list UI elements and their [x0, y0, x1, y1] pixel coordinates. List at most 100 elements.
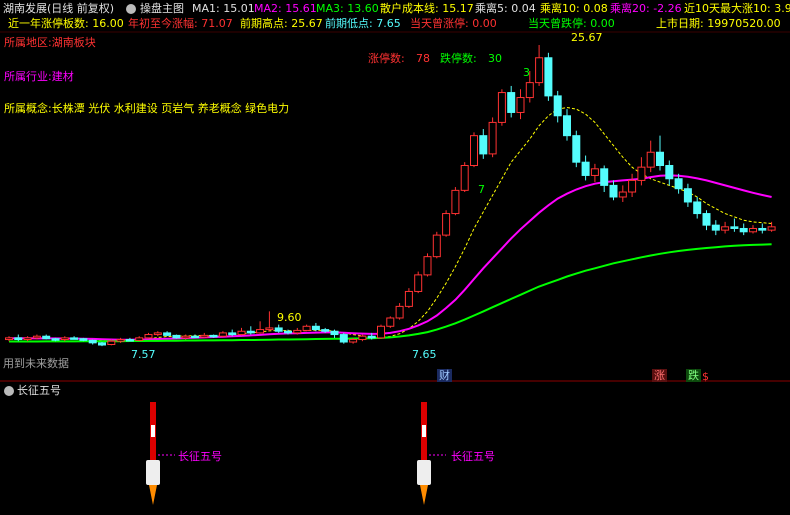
candle-body [79, 338, 88, 341]
candle [507, 85, 516, 118]
ma2-readout: MA2: 15.61 [254, 2, 317, 15]
candle-body [88, 339, 97, 344]
ma-line-ma1 [9, 106, 772, 342]
candle-body [544, 57, 553, 97]
candle-body [377, 325, 385, 339]
candle [544, 52, 553, 101]
cost-line-readout: 散户成本线: 15.17 [380, 2, 474, 15]
candle-body [330, 330, 339, 336]
candle [721, 221, 730, 234]
candle-body [98, 342, 106, 346]
finance-marker[interactable]: 财 [437, 369, 452, 382]
candle-body [758, 227, 767, 231]
candle [749, 225, 757, 234]
candle-body [116, 339, 125, 342]
dev5-readout: 乘离5: 0.04 [475, 2, 536, 15]
candle-body [693, 201, 702, 215]
candle [739, 223, 748, 236]
candle [88, 339, 97, 345]
today-limit-up: 当天曾涨停: 0.00 [410, 17, 497, 30]
gear-icon[interactable] [4, 386, 14, 396]
concepts-label: 所属概念:长株潭 光伏 水利建设 页岩气 养老概念 绿色电力 [4, 102, 290, 115]
candle-body [516, 97, 525, 113]
candle [339, 332, 348, 344]
candle [432, 231, 441, 259]
up-count-label: 涨停数: [368, 52, 405, 65]
candle-body [590, 168, 599, 176]
candle [600, 165, 609, 193]
dividend-marker[interactable]: $ [702, 370, 709, 383]
candle-body [749, 227, 757, 233]
candle [683, 183, 692, 207]
candle [451, 187, 460, 216]
candle [51, 337, 60, 342]
candle-body [525, 82, 534, 99]
candle [265, 311, 274, 332]
candle-body [228, 332, 237, 336]
candle [144, 332, 153, 339]
candle [442, 210, 451, 237]
candle-body [535, 57, 544, 84]
candle-body [721, 226, 730, 231]
limit-down-marker[interactable]: 跌 [686, 369, 701, 382]
candle-body [730, 226, 739, 229]
candle [423, 253, 432, 277]
rocket-window [422, 425, 426, 437]
candle [79, 337, 88, 342]
candle-body [367, 335, 376, 339]
candle [590, 163, 599, 183]
candle [470, 132, 478, 168]
candle-body [321, 329, 330, 332]
candle [404, 288, 413, 309]
rocket-signal-1 [146, 402, 175, 505]
candle-body [470, 135, 478, 166]
candle [5, 336, 13, 342]
candle [656, 135, 664, 171]
candle-body [302, 325, 311, 331]
candle-body [479, 135, 488, 155]
candle [246, 326, 255, 335]
candle [237, 327, 246, 336]
main-chart-label[interactable]: 操盘主图 [140, 2, 184, 15]
limit-up-marker[interactable]: 涨 [652, 369, 667, 382]
candle [163, 331, 172, 337]
signal-label-2: 长征五号 [451, 450, 495, 463]
future-data-note: 用到未来数据 [3, 357, 69, 370]
candle-body [618, 191, 627, 198]
candle-body [107, 340, 116, 346]
up-count-value: 78 [416, 52, 430, 65]
candle [386, 316, 395, 328]
sub-chart-title[interactable]: 长征五号 [17, 384, 61, 397]
candle [153, 331, 162, 337]
limit-up-count: 近一年涨停板数: 16.00 [8, 17, 124, 30]
candle-body [432, 234, 441, 258]
candle-body [674, 178, 683, 190]
candle-body [51, 338, 60, 341]
candle-body [442, 213, 451, 236]
candle [711, 220, 720, 236]
gear-icon[interactable] [126, 4, 136, 14]
candle-body [181, 335, 190, 339]
candle-body [451, 189, 460, 215]
candle [646, 140, 655, 173]
candle [135, 336, 144, 342]
candle [172, 334, 181, 339]
candle [218, 331, 227, 338]
candle-body [581, 161, 590, 176]
candle [572, 130, 581, 168]
candle-body [386, 317, 395, 327]
candle-body [656, 151, 664, 166]
ytd-gain: 年初至今涨幅: 71.07 [128, 17, 233, 30]
candle-body [135, 337, 144, 341]
candle [609, 180, 618, 201]
candle-body [339, 334, 348, 343]
candle-body [153, 332, 162, 336]
candle [637, 157, 646, 186]
candle [693, 196, 702, 219]
candle-body [423, 256, 432, 276]
candle [516, 89, 525, 120]
candle-body [395, 305, 404, 319]
candle [758, 223, 767, 234]
candle [702, 210, 711, 231]
candle-body [200, 334, 209, 338]
